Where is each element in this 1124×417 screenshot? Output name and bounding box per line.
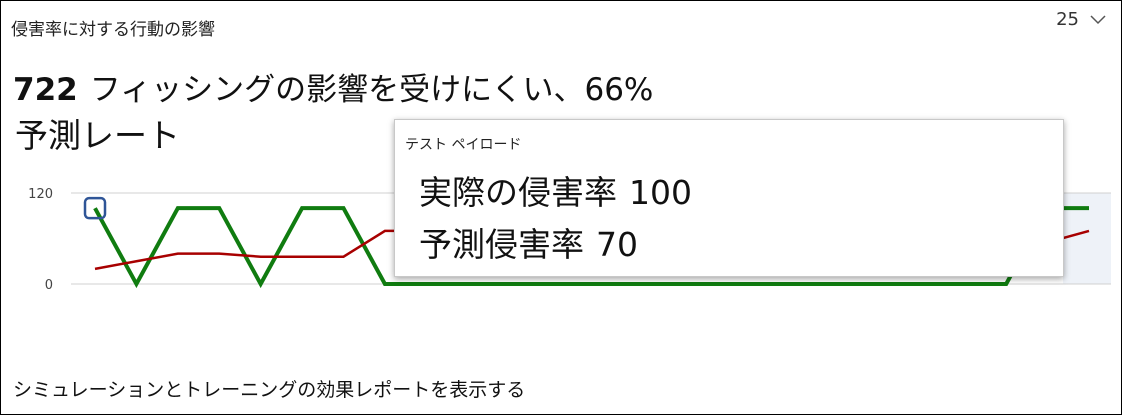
tooltip-predicted-label: 予測侵害率 — [419, 225, 584, 264]
tooltip-title: テスト ペイロード — [405, 137, 522, 153]
range-dropdown[interactable]: 25 — [1056, 9, 1107, 30]
tooltip-actual-value: 100 — [629, 173, 692, 212]
tooltip-actual-row: 実際の侵害率 100 — [419, 166, 692, 214]
y-tick-label: 120 — [28, 187, 53, 202]
behavior-impact-card: 侵害率に対する行動の影響 25 722 フィッシングの影響を受けにくい、66% 予… — [0, 0, 1122, 415]
card-title: 侵害率に対する行動の影響 — [11, 20, 215, 40]
headline-text: フィッシングの影響を受けにくい、66% — [89, 72, 654, 108]
predicted-rate-label: 予測レート — [15, 116, 180, 155]
range-value: 25 — [1056, 9, 1079, 30]
headline: 722 フィッシングの影響を受けにくい、66% — [13, 67, 773, 113]
tooltip-actual-label: 実際の侵害率 — [419, 173, 617, 212]
chevron-down-icon — [1090, 14, 1106, 24]
headline-number: 722 — [13, 72, 78, 108]
chart-tooltip: テスト ペイロード 実際の侵害率 100 予測侵害率 70 — [394, 119, 1064, 277]
tooltip-predicted-value: 70 — [596, 225, 638, 264]
tooltip-predicted-row: 予測侵害率 70 — [419, 218, 638, 266]
effectiveness-report-link[interactable]: シミュレーションとトレーニングの効果レポートを表示する — [13, 375, 525, 402]
y-tick-label: 0 — [45, 278, 53, 293]
